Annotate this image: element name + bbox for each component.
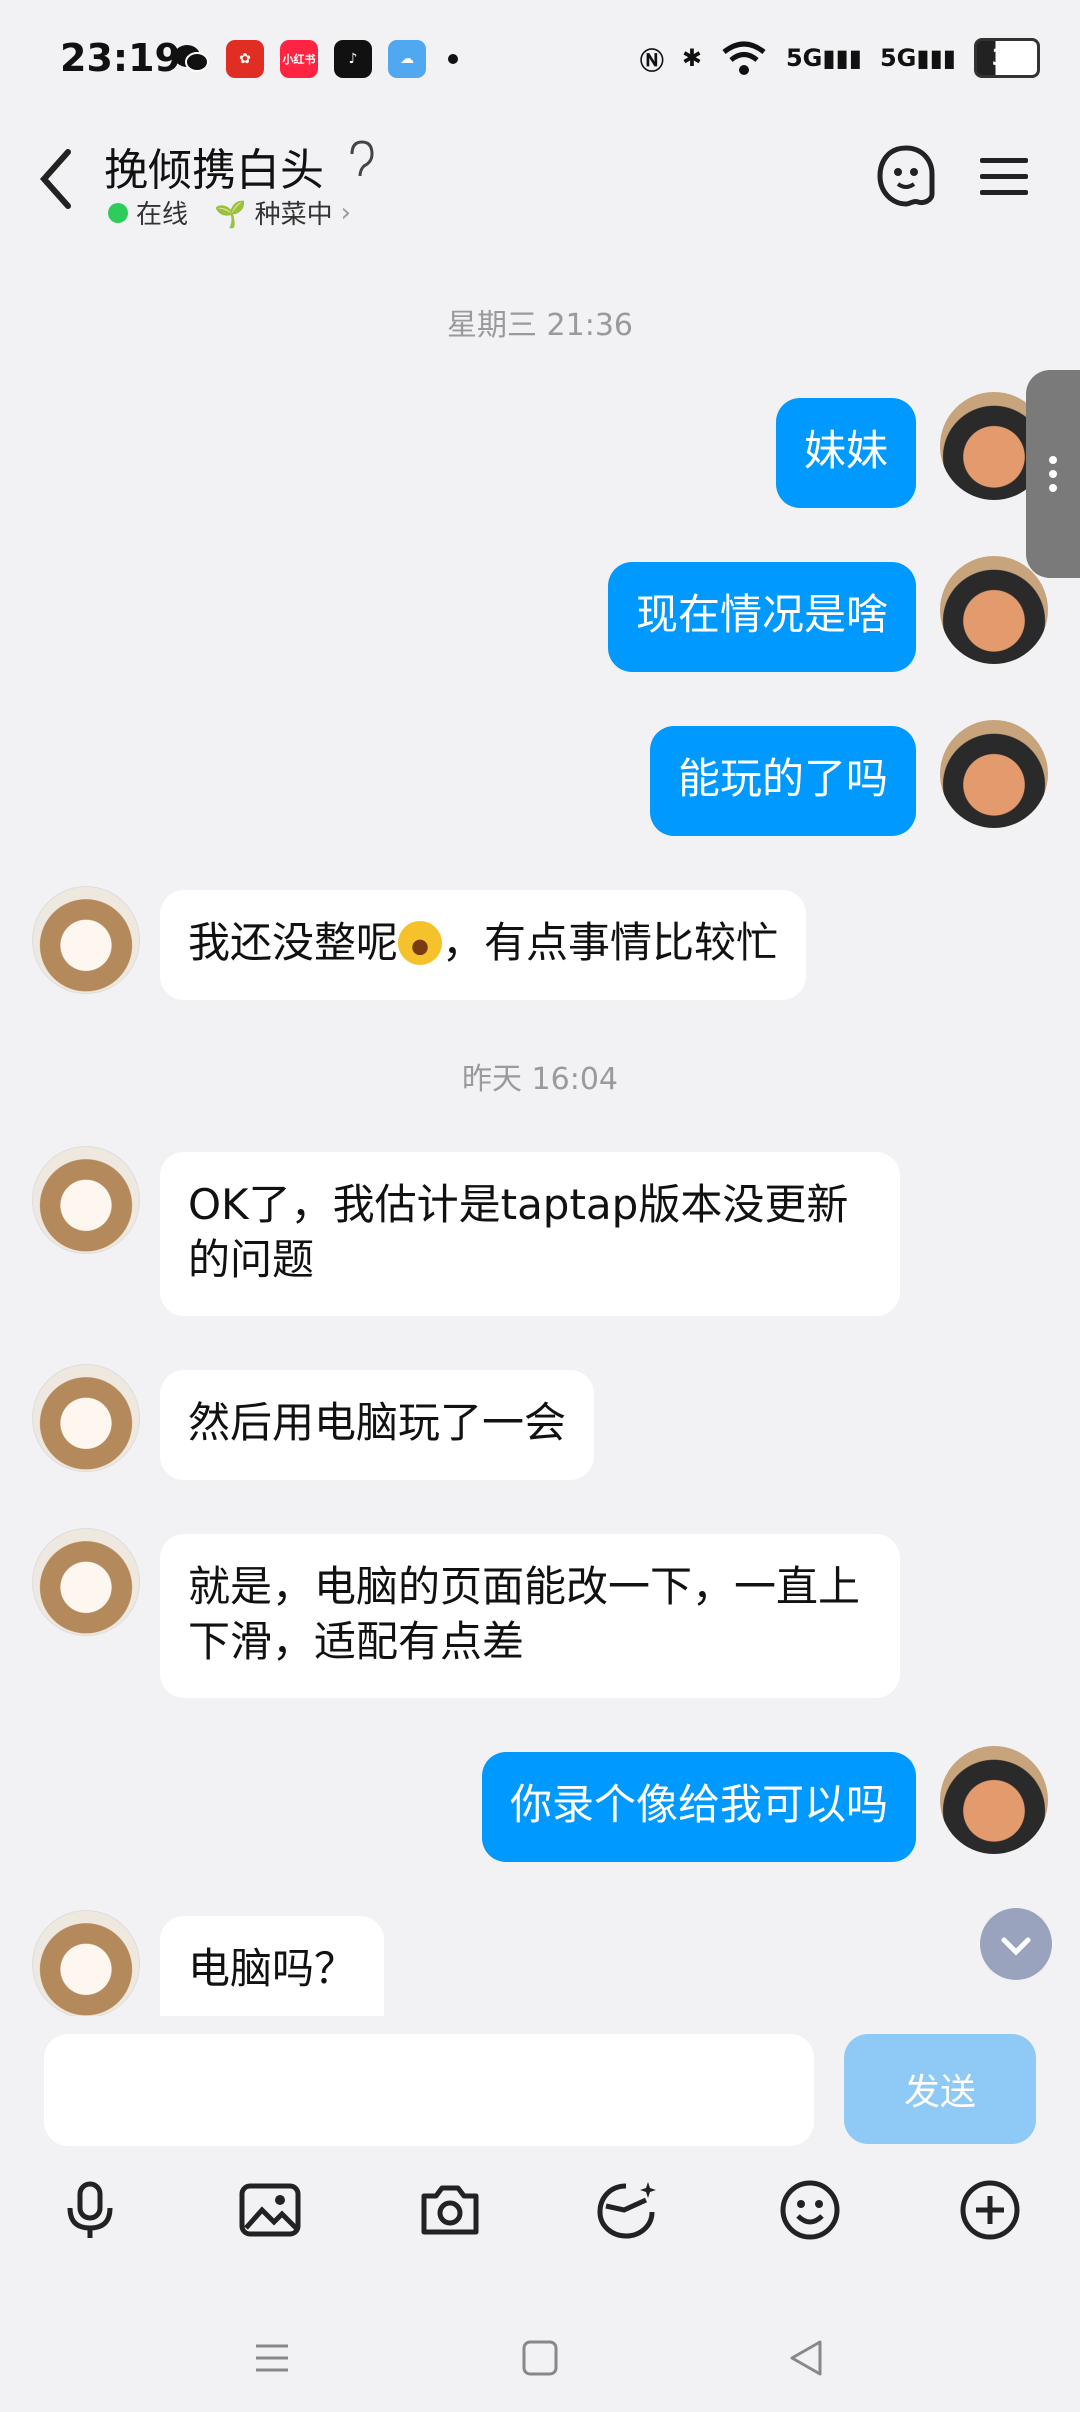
avatar[interactable] [940, 1746, 1048, 1854]
message-text: 我还没整呢 [188, 918, 399, 967]
image-icon[interactable] [238, 2178, 302, 2242]
message-bubble-in[interactable]: 就是，电脑的页面能改一下，一直上下滑，适配有点差 [160, 1534, 900, 1698]
contact-name[interactable]: 挽倾携白头 [104, 134, 324, 198]
scroll-to-bottom-button[interactable] [980, 1908, 1052, 1980]
battery-icon: 31 [974, 38, 1040, 78]
message-bubble-out[interactable]: 妹妹 [775, 398, 916, 508]
chevron-down-icon [1001, 1937, 1031, 1956]
online-status: 在线 [136, 200, 189, 230]
nfc-icon: Ⓝ [639, 46, 664, 75]
message-bubble-in[interactable]: 我还没整呢 ，有点事情比较忙 [160, 890, 807, 1000]
signal-5g-icon-2: 5G▮▮▮ [879, 44, 956, 72]
camera-icon[interactable] [418, 2178, 482, 2242]
avatar[interactable] [32, 1146, 140, 1254]
back-nav-icon[interactable] [786, 2338, 826, 2378]
message-input[interactable] [44, 2034, 814, 2146]
wifi-icon [722, 41, 766, 75]
avatar[interactable] [32, 886, 140, 994]
message-text: ，有点事情比较忙 [442, 918, 779, 967]
send-button[interactable]: 发送 [844, 2034, 1036, 2144]
status-bar: 23:19 ✿ 小红书 ♪ ☁ Ⓝ ✱ 5G▮▮▮ 5G▮▮▮ 31 [0, 0, 1080, 120]
compose-bar: 发送 [0, 2016, 1080, 2156]
activity-status: 🌱 种菜中 [214, 200, 333, 230]
battery-level: 31 [991, 45, 1023, 71]
pinduoduo-icon: ✿ [226, 40, 264, 78]
notification-icons: ✿ 小红书 ♪ ☁ [172, 40, 458, 78]
more-notifications-dot-icon [448, 54, 458, 64]
avatar[interactable] [32, 1910, 140, 2018]
ghost-face-icon[interactable] [874, 144, 938, 208]
side-drawer-handle[interactable] [1026, 370, 1080, 578]
message-bubble-in[interactable]: 电脑吗？ [160, 1916, 385, 2016]
clock: 23:19 [60, 36, 181, 80]
message-bubble-in[interactable]: OK了，我估计是taptap版本没更新的问题 [160, 1152, 900, 1316]
avatar[interactable] [940, 720, 1048, 828]
wechat-icon [172, 40, 210, 78]
avatar[interactable] [940, 556, 1048, 664]
ear-icon [350, 140, 374, 177]
timestamp: 昨天 16:04 [462, 1062, 618, 1097]
timestamp: 星期三 21:36 [447, 308, 633, 343]
compose-toolbar [0, 2156, 1080, 2266]
contact-status[interactable]: 在线 🌱 种菜中 › [108, 194, 351, 231]
online-dot-icon [108, 202, 128, 223]
message-bubble-out[interactable]: 你录个像给我可以吗 [481, 1752, 916, 1862]
message-bubble-in[interactable]: 然后用电脑玩了一会 [160, 1370, 595, 1480]
bluetooth-icon: ✱ [681, 44, 702, 72]
back-icon[interactable] [36, 144, 76, 214]
message-bubble-out[interactable]: 现在情况是啥 [607, 562, 916, 672]
recent-apps-icon[interactable] [252, 2338, 292, 2378]
system-status: Ⓝ ✱ 5G▮▮▮ 5G▮▮▮ 31 [640, 38, 1040, 78]
plus-icon[interactable] [958, 2178, 1022, 2242]
chat-header: 挽倾携白头 在线 🌱 种菜中 › [0, 120, 1080, 240]
signal-5g-icon: 5G▮▮▮ [785, 44, 862, 72]
microphone-icon[interactable] [58, 2178, 122, 2242]
network-type-2: 5G [879, 44, 917, 72]
avatar[interactable] [32, 1528, 140, 1636]
home-icon[interactable] [520, 2338, 560, 2378]
chevron-right-icon: › [340, 197, 352, 228]
xiaohongshu-icon: 小红书 [280, 40, 318, 78]
message-bubble-out[interactable]: 能玩的了吗 [649, 726, 916, 836]
weather-icon: ☁ [388, 40, 426, 78]
network-type-1: 5G [785, 44, 823, 72]
system-nav-bar [0, 2300, 1080, 2412]
gif-face-icon[interactable] [594, 2178, 658, 2242]
sticker-emoji-icon [398, 921, 443, 965]
avatar[interactable] [32, 1364, 140, 1472]
menu-icon[interactable] [972, 144, 1036, 208]
tiktok-icon: ♪ [334, 40, 372, 78]
emoji-smile-icon[interactable] [778, 2178, 842, 2242]
